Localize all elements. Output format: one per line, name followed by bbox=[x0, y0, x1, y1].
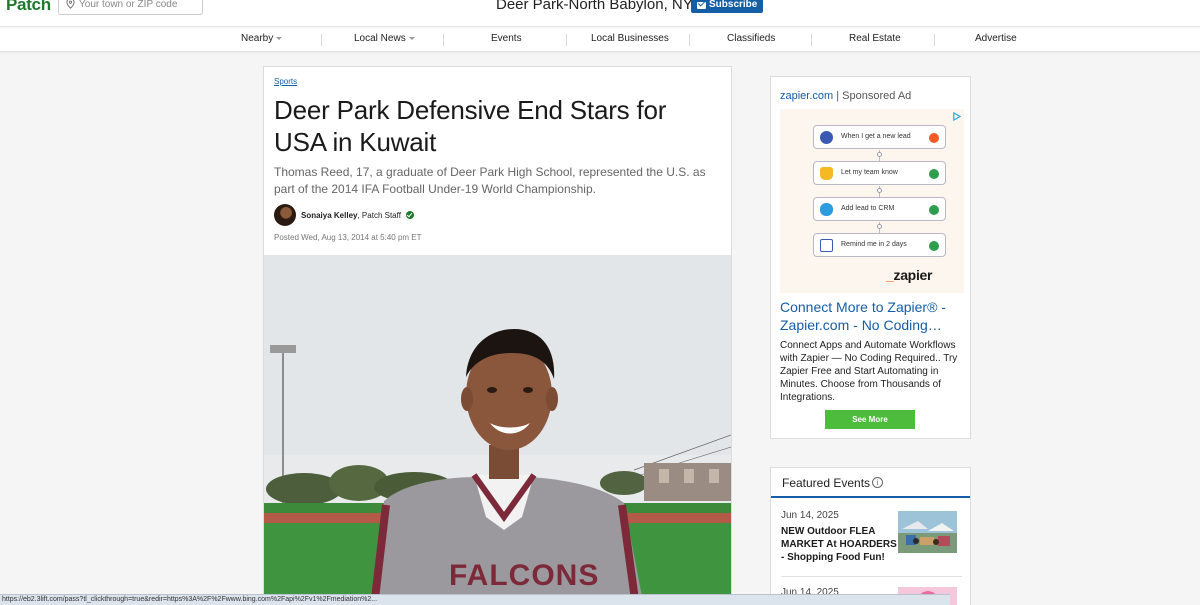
zap-step-label: Add lead to CRM bbox=[841, 205, 895, 212]
ad-title-link[interactable]: Connect More to Zapier® - Zapier.com - N… bbox=[780, 298, 966, 334]
nav-divider bbox=[689, 34, 690, 46]
ad-sponsored-label: | Sponsored Ad bbox=[833, 90, 912, 102]
town-search[interactable] bbox=[58, 0, 203, 15]
verified-check-icon bbox=[405, 211, 414, 219]
town-name[interactable]: Deer Park-North Babylon, NY bbox=[496, 0, 693, 13]
town-search-input[interactable] bbox=[79, 0, 199, 11]
nav-divider bbox=[934, 34, 935, 46]
jersey-lettering: FALCONS bbox=[449, 559, 599, 592]
zap-step: When I get a new lead bbox=[813, 125, 946, 149]
bell-icon bbox=[820, 167, 833, 180]
nav-item-local-news[interactable]: Local News bbox=[354, 33, 415, 44]
event-date: Jun 14, 2025 bbox=[781, 510, 839, 521]
article-dek: Thomas Reed, 17, a graduate of Deer Park… bbox=[274, 165, 706, 196]
arrow-icon bbox=[820, 131, 833, 144]
ad-description: Connect Apps and Automate Workflows with… bbox=[780, 340, 958, 403]
nav-item-local-businesses[interactable]: Local Businesses bbox=[591, 33, 669, 44]
connector-dot bbox=[877, 224, 882, 229]
zapier-logo-underscore: _ bbox=[886, 267, 894, 283]
nav-label: Local News bbox=[354, 33, 406, 44]
author-name[interactable]: Sonaiya Kelley bbox=[301, 211, 357, 220]
event-title[interactable]: NEW Outdoor FLEA MARKET At HOARDERS - Sh… bbox=[781, 525, 899, 564]
check-icon bbox=[929, 169, 939, 179]
see-more-button[interactable]: See More bbox=[825, 410, 915, 429]
location-pin-icon bbox=[66, 0, 75, 9]
nav-divider bbox=[566, 34, 567, 46]
connector-dot bbox=[877, 188, 882, 193]
byline: Sonaiya Kelley, Patch Staff bbox=[274, 204, 414, 226]
author-credit[interactable]: Sonaiya Kelley, Patch Staff bbox=[301, 211, 401, 220]
nav-label: Nearby bbox=[241, 33, 274, 44]
divider bbox=[781, 576, 962, 577]
nav-divider bbox=[443, 34, 444, 46]
check-icon bbox=[929, 205, 939, 215]
nav-item-events[interactable]: Events bbox=[491, 33, 522, 44]
zap-step: Let my team know bbox=[813, 161, 946, 185]
nav-item-real-estate[interactable]: Real Estate bbox=[849, 33, 901, 44]
article-photo: FALCONS bbox=[264, 255, 731, 605]
calendar-icon bbox=[820, 239, 833, 252]
featured-events-header: Featured Events i bbox=[771, 468, 970, 498]
article-card: Sports Deer Park Defensive End Stars for… bbox=[263, 66, 732, 605]
main-nav: Nearby Local News Events Local Businesse… bbox=[0, 28, 1200, 52]
featured-events-title: Featured Events bbox=[782, 476, 871, 490]
zapier-logo: _zapier bbox=[886, 267, 932, 283]
nav-divider bbox=[811, 34, 812, 46]
sponsored-ad[interactable]: zapier.com | Sponsored Ad When I get a n… bbox=[770, 76, 971, 439]
cloud-icon bbox=[820, 203, 833, 216]
envelope-icon bbox=[697, 1, 706, 9]
patch-logo[interactable]: Patch bbox=[6, 0, 51, 15]
zapier-logo-text: zapier bbox=[893, 267, 933, 283]
info-icon[interactable]: i bbox=[872, 477, 883, 488]
subscribe-label: Subscribe bbox=[709, 0, 758, 10]
top-bar: Patch Deer Park-North Babylon, NY Subscr… bbox=[0, 0, 1200, 27]
zap-step-label: Remind me in 2 days bbox=[841, 241, 907, 248]
chevron-down-icon bbox=[276, 36, 283, 40]
connector-dot bbox=[877, 152, 882, 157]
zap-step-label: When I get a new lead bbox=[841, 133, 911, 140]
browser-status-url: https://eb2.3lift.com/pass?tl_clickthrou… bbox=[0, 594, 950, 605]
author-avatar[interactable] bbox=[274, 204, 296, 226]
zap-step-label: Let my team know bbox=[841, 169, 898, 176]
nav-item-nearby[interactable]: Nearby bbox=[241, 33, 283, 44]
football-player-photo: FALCONS bbox=[264, 255, 731, 605]
posted-date: Posted Wed, Aug 13, 2014 at 5:40 pm ET bbox=[274, 233, 422, 242]
featured-events: Featured Events i Jun 14, 2025 NEW Outdo… bbox=[770, 467, 971, 605]
subscribe-button[interactable]: Subscribe bbox=[691, 0, 764, 13]
ad-source: zapier.com | Sponsored Ad bbox=[780, 90, 911, 102]
nav-item-classifieds[interactable]: Classifieds bbox=[727, 33, 775, 44]
article-headline: Deer Park Defensive End Stars for USA in… bbox=[274, 95, 667, 157]
chevron-down-icon bbox=[408, 36, 415, 40]
zap-step: Add lead to CRM bbox=[813, 197, 946, 221]
author-role: , Patch Staff bbox=[357, 210, 401, 220]
check-icon bbox=[929, 241, 939, 251]
nav-item-advertise[interactable]: Advertise bbox=[975, 33, 1017, 44]
nav-divider bbox=[321, 34, 322, 46]
ad-image[interactable]: When I get a new lead Let my team know A… bbox=[780, 109, 964, 293]
ad-domain[interactable]: zapier.com bbox=[780, 90, 833, 102]
zap-step: Remind me in 2 days bbox=[813, 233, 946, 257]
adchoices-icon[interactable] bbox=[952, 112, 961, 121]
alert-icon bbox=[929, 133, 939, 143]
event-thumbnail[interactable] bbox=[898, 511, 957, 553]
article-category-link[interactable]: Sports bbox=[274, 77, 297, 86]
